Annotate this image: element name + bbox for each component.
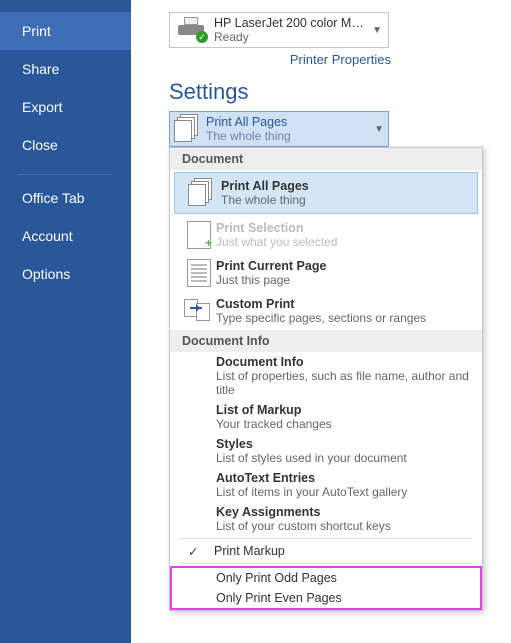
print-settings-panel: ✓ HP LaserJet 200 color MFP... Ready ▼ P…	[131, 0, 511, 643]
pages-icon	[174, 114, 202, 144]
custom-print-icon	[184, 299, 214, 323]
check-icon: ✓	[188, 544, 198, 559]
sidebar-item-print[interactable]: Print	[0, 12, 131, 50]
backstage-sidebar: Print Share Export Close Office Tab Acco…	[0, 0, 131, 643]
chevron-down-icon: ▼	[372, 25, 382, 36]
sidebar-separator	[18, 174, 113, 175]
dropdown-item-document-info[interactable]: Document InfoList of properties, such as…	[170, 352, 482, 400]
dropdown-item-print-markup[interactable]: ✓ Print Markup	[170, 541, 482, 561]
dropdown-separator	[180, 538, 472, 539]
dropdown-section-document-info: Document Info	[170, 330, 482, 352]
printer-properties-link[interactable]: Printer Properties	[290, 52, 391, 67]
dropdown-item-print-current-page[interactable]: Print Current PageJust this page	[170, 254, 482, 292]
dropdown-item-autotext-entries[interactable]: AutoText EntriesList of items in your Au…	[170, 468, 482, 502]
printer-selector[interactable]: ✓ HP LaserJet 200 color MFP... Ready ▼	[169, 12, 389, 48]
print-what-title: Print All Pages	[206, 115, 374, 129]
printer-icon: ✓	[176, 17, 208, 43]
sidebar-item-export[interactable]: Export	[0, 88, 131, 126]
printer-name: HP LaserJet 200 color MFP...	[214, 16, 364, 30]
print-what-selector[interactable]: Print All Pages The whole thing ▼	[169, 111, 389, 147]
dropdown-item-only-odd-pages[interactable]: Only Print Odd Pages	[172, 568, 480, 588]
page-plus-icon	[187, 221, 211, 249]
pages-icon	[188, 178, 216, 208]
sidebar-item-office-tab[interactable]: Office Tab	[0, 179, 131, 217]
dropdown-separator	[180, 563, 472, 564]
sidebar-item-share[interactable]: Share	[0, 50, 131, 88]
dropdown-item-list-of-markup[interactable]: List of MarkupYour tracked changes	[170, 400, 482, 434]
print-what-dropdown: Document Print All PagesThe whole thing …	[169, 147, 483, 611]
page-icon	[187, 259, 211, 287]
dropdown-item-only-even-pages[interactable]: Only Print Even Pages	[172, 588, 480, 608]
chevron-down-icon: ▼	[374, 124, 384, 135]
settings-heading: Settings	[169, 79, 511, 105]
dropdown-section-document: Document	[170, 148, 482, 170]
sidebar-item-close[interactable]: Close	[0, 126, 131, 164]
dropdown-item-print-all-pages[interactable]: Print All PagesThe whole thing	[174, 172, 478, 214]
print-what-subtitle: The whole thing	[206, 129, 374, 143]
highlight-annotation: Only Print Odd Pages Only Print Even Pag…	[170, 566, 482, 610]
sidebar-item-options[interactable]: Options	[0, 255, 131, 293]
dropdown-item-print-selection: Print SelectionJust what you selected	[170, 216, 482, 254]
dropdown-item-custom-print[interactable]: Custom PrintType specific pages, section…	[170, 292, 482, 330]
dropdown-item-key-assignments[interactable]: Key AssignmentsList of your custom short…	[170, 502, 482, 536]
printer-status: Ready	[214, 30, 372, 44]
sidebar-item-account[interactable]: Account	[0, 217, 131, 255]
dropdown-item-styles[interactable]: StylesList of styles used in your docume…	[170, 434, 482, 468]
